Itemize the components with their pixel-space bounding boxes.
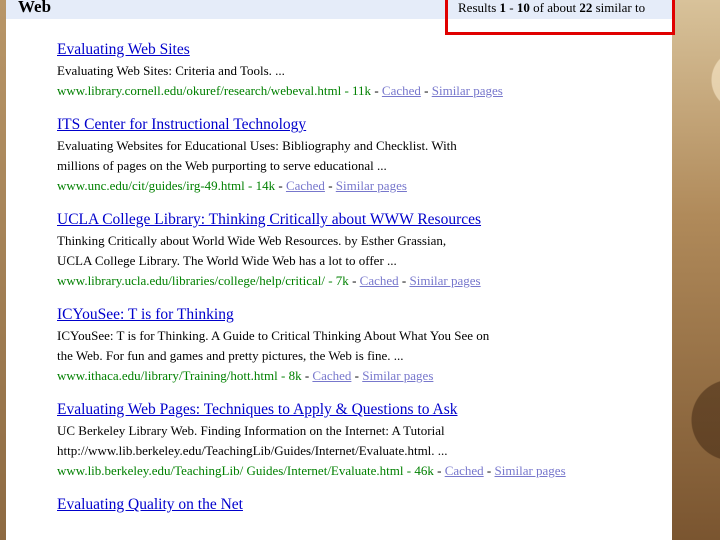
result-url: www.library.ucla.edu/libraries/college/h… — [57, 273, 325, 288]
cached-link[interactable]: Cached — [286, 178, 325, 193]
result-meta: www.unc.edu/cit/guides/irg-49.html - 14k… — [57, 176, 657, 196]
snippet-line: Thinking Critically about World Wide Web… — [57, 233, 447, 248]
snippet-line: UCLA College Library. The World Wide Web… — [57, 253, 397, 268]
result-snippet: UC Berkeley Library Web. Finding Informa… — [57, 421, 657, 461]
result-title-link[interactable]: ITS Center for Instructional Technology — [57, 114, 657, 136]
result-url: www.ithaca.edu/library/Training/hott.htm… — [57, 368, 278, 383]
results-header-bar: Web Results 1 - 10 of about 22 similar t… — [6, 0, 672, 19]
result-url: www.library.cornell.edu/okuref/research/… — [57, 83, 342, 98]
separator: - — [354, 368, 359, 383]
result-title-link[interactable]: ICYouSee: T is for Thinking — [57, 304, 657, 326]
separator: - — [424, 83, 429, 98]
result-meta: www.ithaca.edu/library/Training/hott.htm… — [57, 366, 657, 386]
result-title-link[interactable]: UCLA College Library: Thinking Criticall… — [57, 209, 657, 231]
result-snippet: Evaluating Websites for Educational Uses… — [57, 136, 657, 176]
result-size: - 14k — [244, 178, 276, 193]
result-size: - 46k — [403, 463, 434, 478]
separator: - — [304, 368, 310, 383]
stats-end: 10 — [516, 0, 530, 15]
result-title-link[interactable]: Evaluating Web Pages: Techniques to Appl… — [57, 399, 657, 421]
result-snippet: Thinking Critically about World Wide Web… — [57, 231, 657, 271]
background-decoration — [672, 0, 720, 540]
stats-total: 22 — [579, 0, 593, 15]
result-snippet: ICYouSee: T is for Thinking. A Guide to … — [57, 326, 657, 366]
separator: - — [486, 463, 492, 478]
similar-pages-link[interactable]: Similar pages — [432, 83, 503, 98]
similar-pages-link[interactable]: Similar pages — [409, 273, 480, 288]
stats-dash: - — [506, 0, 517, 15]
snippet-line: Evaluating Web Sites: Criteria and Tools… — [57, 63, 285, 78]
result-size: - 7k — [324, 273, 349, 288]
separator: - — [437, 463, 442, 478]
result-meta: www.lib.berkeley.edu/TeachingLib/ Guides… — [57, 461, 657, 481]
snippet-line: http://www.lib.berkeley.edu/TeachingLib/… — [57, 443, 448, 458]
result-meta: www.library.ucla.edu/libraries/college/h… — [57, 271, 657, 291]
results-list: Evaluating Web Sites Evaluating Web Site… — [57, 39, 657, 529]
cached-link[interactable]: Cached — [360, 273, 399, 288]
results-stats: Results 1 - 10 of about 22 similar to — [458, 0, 645, 16]
separator: - — [278, 178, 283, 193]
result-size: - 8k — [277, 368, 302, 383]
result-item: Evaluating Quality on the Net — [57, 494, 657, 516]
cached-link[interactable]: Cached — [445, 463, 484, 478]
result-item: Evaluating Web Sites Evaluating Web Site… — [57, 39, 657, 101]
result-url: www.lib.berkeley.edu/TeachingLib/ Guides… — [57, 463, 404, 478]
result-snippet: Evaluating Web Sites: Criteria and Tools… — [57, 61, 657, 81]
result-item: ICYouSee: T is for Thinking ICYouSee: T … — [57, 304, 657, 386]
result-url: www.unc.edu/cit/guides/irg-49.html — [57, 178, 245, 193]
stats-prefix: Results — [458, 0, 500, 15]
similar-pages-link[interactable]: Similar pages — [495, 463, 566, 478]
separator: - — [328, 178, 333, 193]
separator: - — [401, 273, 407, 288]
section-title: Web — [18, 0, 52, 16]
cached-link[interactable]: Cached — [382, 83, 421, 98]
snippet-line: Evaluating Websites for Educational Uses… — [57, 138, 457, 153]
result-item: Evaluating Web Pages: Techniques to Appl… — [57, 399, 657, 481]
stats-mid: of about — [529, 0, 580, 15]
snippet-line: UC Berkeley Library Web. Finding Informa… — [57, 423, 445, 438]
result-title-link[interactable]: Evaluating Web Sites — [57, 39, 657, 61]
stats-suffix: similar to — [592, 0, 646, 15]
similar-pages-link[interactable]: Similar pages — [362, 368, 433, 383]
similar-pages-link[interactable]: Similar pages — [336, 178, 407, 193]
snippet-line: ICYouSee: T is for Thinking. A Guide to … — [57, 328, 490, 343]
separator: - — [352, 273, 357, 288]
snippet-line: millions of pages on the Web purporting … — [57, 158, 387, 173]
result-meta: www.library.cornell.edu/okuref/research/… — [57, 81, 657, 101]
result-item: ITS Center for Instructional Technology … — [57, 114, 657, 196]
result-title-link[interactable]: Evaluating Quality on the Net — [57, 494, 657, 516]
cached-link[interactable]: Cached — [312, 368, 351, 383]
separator: - — [374, 83, 379, 98]
search-results-page: Web Results 1 - 10 of about 22 similar t… — [6, 0, 672, 540]
snippet-line: the Web. For fun and games and pretty pi… — [57, 348, 404, 363]
result-item: UCLA College Library: Thinking Criticall… — [57, 209, 657, 291]
result-size: - 11k — [341, 83, 372, 98]
